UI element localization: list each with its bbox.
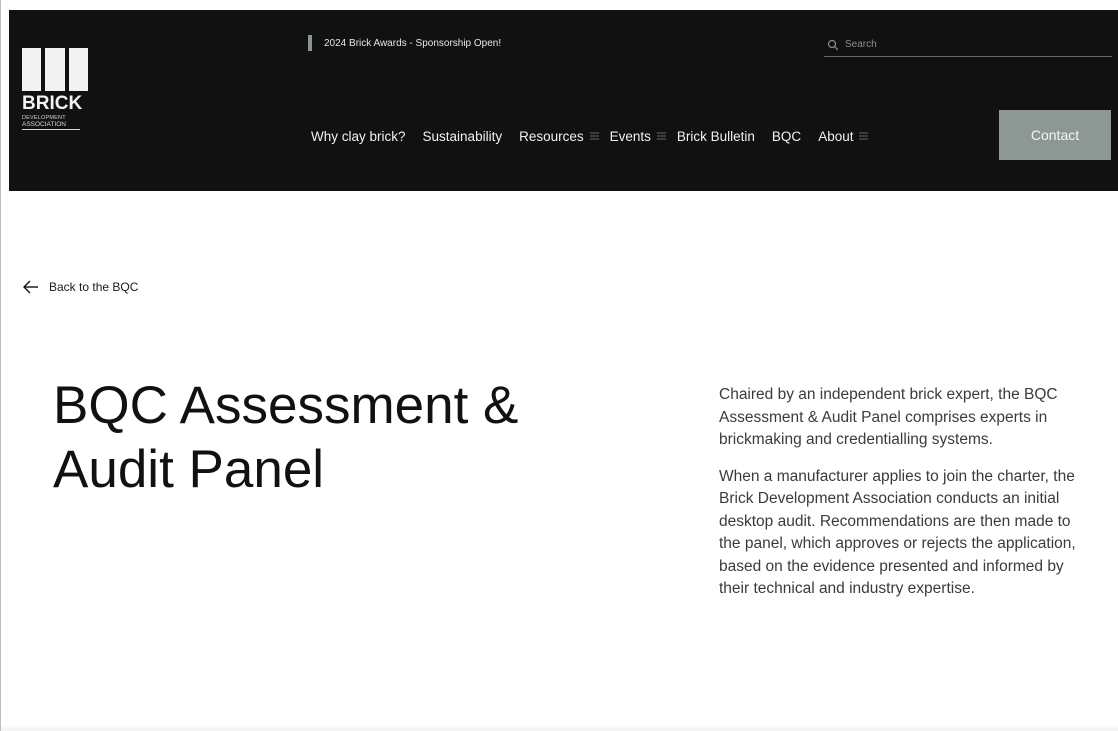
- logo-mark: [22, 48, 88, 91]
- nav-label: Resources: [519, 128, 584, 144]
- nav-label: Sustainability: [422, 128, 503, 144]
- logo-bar: [22, 48, 42, 91]
- nav-resources[interactable]: Resources: [519, 129, 599, 144]
- nav-events[interactable]: Events: [610, 129, 666, 144]
- search-bar[interactable]: [824, 33, 1112, 57]
- logo-subtitle-2: ASSOCIATION: [22, 121, 80, 130]
- brick-logo[interactable]: BRICK DEVELOPMENT ASSOCIATION: [22, 48, 88, 130]
- back-link-label: Back to the BQC: [49, 280, 139, 294]
- nav-sustainability[interactable]: Sustainability: [423, 129, 503, 144]
- top-strip: [1, 0, 1118, 10]
- page: BRICK DEVELOPMENT ASSOCIATION 2024 Brick…: [0, 0, 1118, 731]
- intro-text: Chaired by an independent brick expert, …: [719, 384, 1091, 615]
- logo-bar: [68, 48, 88, 91]
- search-input[interactable]: [845, 39, 1085, 50]
- logo-word: BRICK: [22, 93, 83, 114]
- logo-bar: [45, 48, 65, 91]
- nav-label: BQC: [771, 128, 802, 144]
- nav-label: Events: [609, 128, 651, 144]
- contact-button[interactable]: Contact: [999, 110, 1111, 160]
- menu-icon[interactable]: [656, 132, 666, 140]
- nav-why-clay-brick[interactable]: Why clay brick?: [311, 129, 406, 144]
- announcement-banner[interactable]: 2024 Brick Awards - Sponsorship Open!: [308, 34, 501, 52]
- bottom-fade: [1, 725, 1118, 731]
- announcement-text: 2024 Brick Awards - Sponsorship Open!: [324, 37, 502, 49]
- back-link[interactable]: Back to the BQC: [23, 280, 138, 294]
- menu-icon[interactable]: [859, 132, 869, 140]
- main-nav: Why clay brick? Sustainability Resources…: [311, 118, 879, 154]
- menu-icon[interactable]: [589, 132, 599, 140]
- nav-brick-bulletin[interactable]: Brick Bulletin: [677, 129, 755, 144]
- intro-paragraph-1: Chaired by an independent brick expert, …: [719, 386, 1058, 448]
- site-header: BRICK DEVELOPMENT ASSOCIATION 2024 Brick…: [9, 10, 1118, 191]
- nav-label: Why clay brick?: [311, 128, 406, 144]
- nav-about[interactable]: About: [818, 128, 869, 144]
- nav-bqc[interactable]: BQC: [772, 129, 801, 144]
- search-icon: [827, 39, 839, 50]
- intro-paragraph-2: When a manufacturer applies to join the …: [719, 467, 1076, 598]
- arrow-left-icon: [23, 280, 38, 294]
- page-title: BQC Assessment & Audit Panel: [53, 376, 519, 499]
- nav-label: About: [818, 128, 854, 144]
- announcement-marker: [308, 35, 312, 51]
- nav-label: Brick Bulletin: [676, 128, 755, 144]
